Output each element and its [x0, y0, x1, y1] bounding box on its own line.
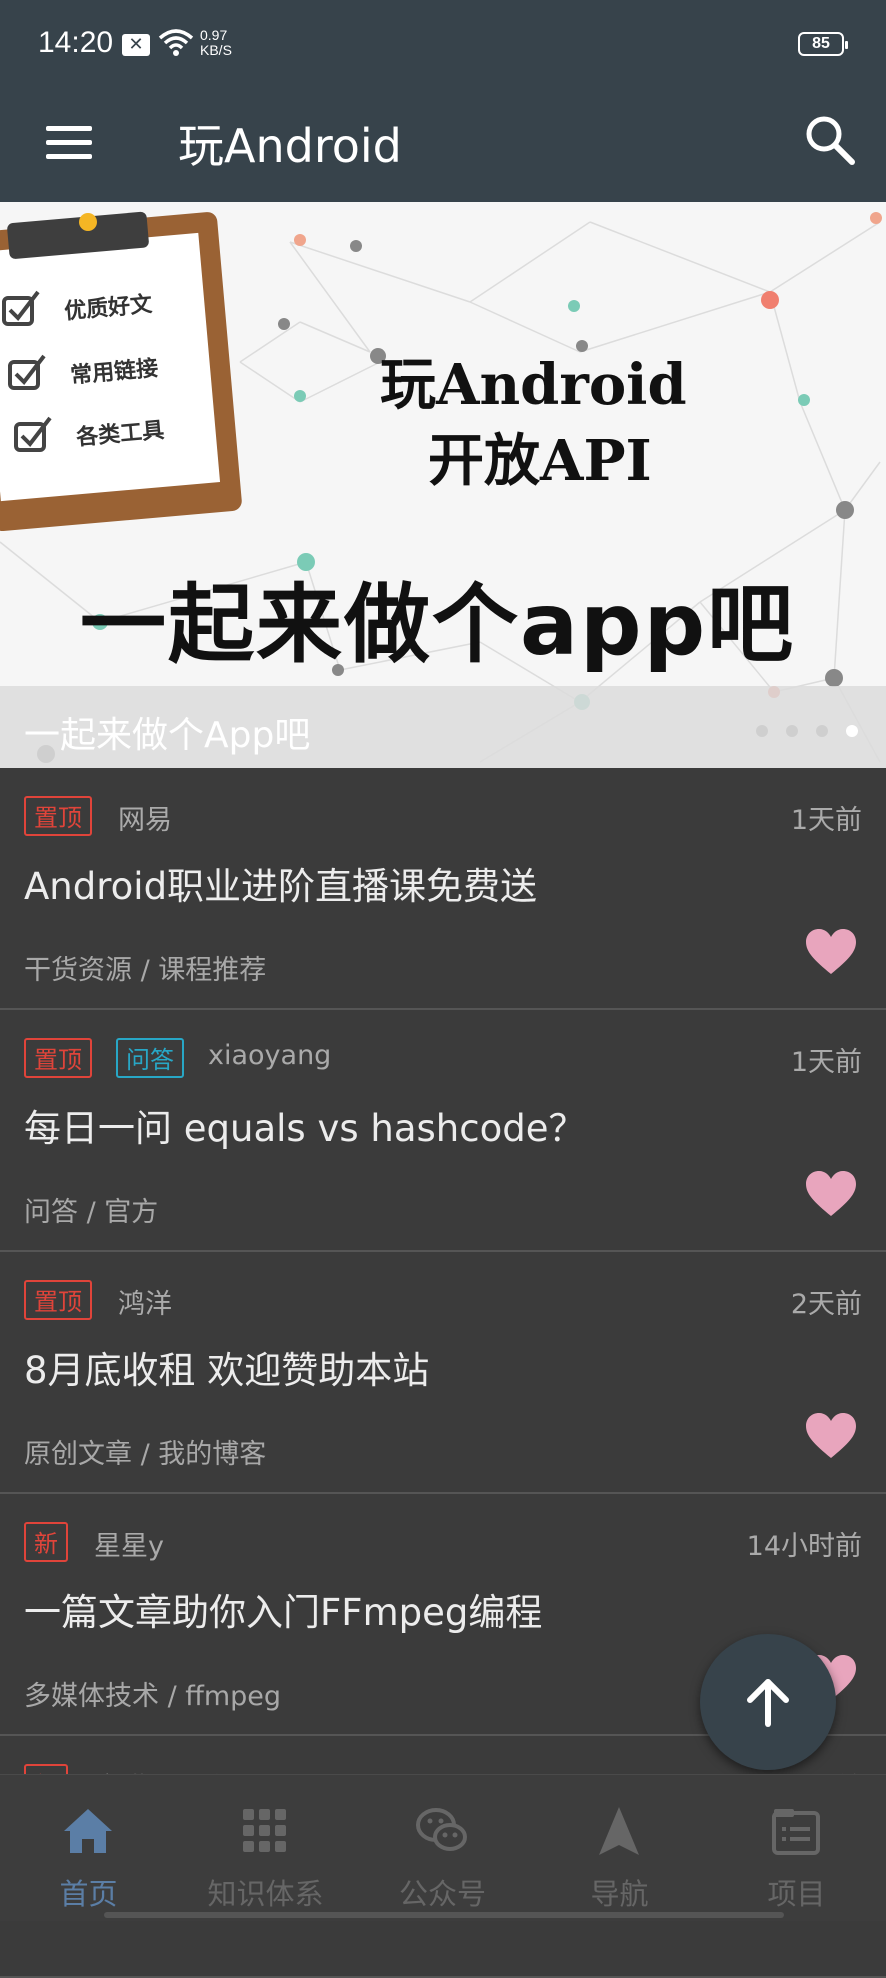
navigation-icon [599, 1807, 639, 1855]
nav-navigation[interactable]: 导航 [531, 1775, 708, 1921]
grid-icon [243, 1809, 286, 1852]
tag-top: 置顶 [24, 1280, 92, 1320]
nav-label: 知识体系 [207, 1877, 324, 1911]
status-time: 14:20 [38, 26, 114, 59]
banner-carousel[interactable]: 优质好文 常用链接 各类工具 玩Android 开放API 一起来做个app吧 … [0, 202, 886, 768]
article-time: 1天前 [790, 1047, 862, 1078]
project-icon [772, 1809, 820, 1855]
article-chapter: 问答 / 官方 [24, 1197, 159, 1228]
banner-indicator [738, 722, 858, 741]
search-icon[interactable] [800, 110, 860, 170]
nav-label: 首页 [59, 1877, 118, 1911]
article-author: xiaoyang [208, 1040, 332, 1071]
article-time: 2天前 [790, 1289, 862, 1320]
article-author: 鸿洋 [118, 1289, 172, 1320]
banner-caption: 一起来做个App吧 [24, 715, 311, 756]
article-chapter: 多媒体技术 / ffmpeg [24, 1681, 282, 1712]
heart-icon[interactable] [804, 1412, 858, 1460]
menu-icon[interactable] [44, 118, 96, 170]
nav-label: 公众号 [398, 1877, 486, 1911]
article-time: 14小时前 [746, 1531, 862, 1562]
indicator-dot-active [846, 725, 858, 737]
nav-home[interactable]: 首页 [0, 1775, 177, 1921]
nav-wechat[interactable]: 公众号 [354, 1775, 531, 1921]
scroll-to-top-button[interactable] [700, 1634, 836, 1770]
tag-top: 置顶 [24, 1038, 92, 1078]
arrow-up-icon [747, 1679, 789, 1727]
article-title: 8月底收租 欢迎赞助本站 [24, 1349, 430, 1392]
tag-top: 置顶 [24, 796, 92, 836]
heart-icon[interactable] [804, 928, 858, 976]
banner-slogan: 一起来做个app吧 [80, 575, 796, 675]
article-title: 每日一问 equals vs hashcode？ [24, 1107, 586, 1150]
app-toolbar: 玩Android [0, 90, 886, 202]
indicator-dot [756, 725, 768, 737]
banner-headline-1: 玩Android [380, 352, 687, 418]
wechat-icon [416, 1808, 467, 1851]
article-item[interactable]: 置顶 网易 1天前 Android职业进阶直播课免费送 干货资源 / 课程推荐 [0, 768, 886, 1010]
banner-headline-2: 开放API [428, 428, 652, 494]
nav-project[interactable]: 项目 [708, 1775, 885, 1921]
notification-x-icon: ✕ [122, 34, 150, 56]
article-author: 网易 [118, 805, 172, 836]
home-icon [64, 1809, 112, 1853]
app-title: 玩Android [178, 119, 402, 173]
banner-caption-bar: 一起来做个App吧 [0, 686, 886, 768]
article-chapter: 干货资源 / 课程推荐 [24, 955, 267, 986]
tag-qa: 问答 [116, 1038, 184, 1078]
article-title: 一篇文章助你入门FFmpeg编程 [24, 1591, 543, 1634]
article-item[interactable]: 置顶 鸿洋 2天前 8月底收租 欢迎赞助本站 原创文章 / 我的博客 [0, 1252, 886, 1494]
status-bar: 14:20 ✕ 0.97 KB/S 85 [0, 0, 886, 90]
wifi-icon [158, 29, 194, 56]
gesture-bar [104, 1912, 784, 1918]
network-speed: 0.97 KB/S [200, 27, 232, 58]
indicator-dot [786, 725, 798, 737]
article-chapter: 原创文章 / 我的博客 [24, 1439, 267, 1470]
battery-icon: 85 [798, 32, 848, 56]
tag-new: 新 [24, 1522, 68, 1562]
bottom-navigation: 首页 知识体系 公众号 导航 项目 [0, 1774, 886, 1921]
article-title: Android职业进阶直播课免费送 [24, 865, 538, 908]
heart-icon[interactable] [804, 1170, 858, 1218]
nav-label: 导航 [590, 1877, 649, 1911]
indicator-dot [816, 725, 828, 737]
article-time: 1天前 [790, 805, 862, 836]
nav-label: 项目 [767, 1877, 826, 1911]
nav-knowledge[interactable]: 知识体系 [177, 1775, 354, 1921]
article-item[interactable]: 置顶 问答 xiaoyang 1天前 每日一问 equals vs hashco… [0, 1010, 886, 1252]
article-author: 星星y [94, 1531, 164, 1562]
